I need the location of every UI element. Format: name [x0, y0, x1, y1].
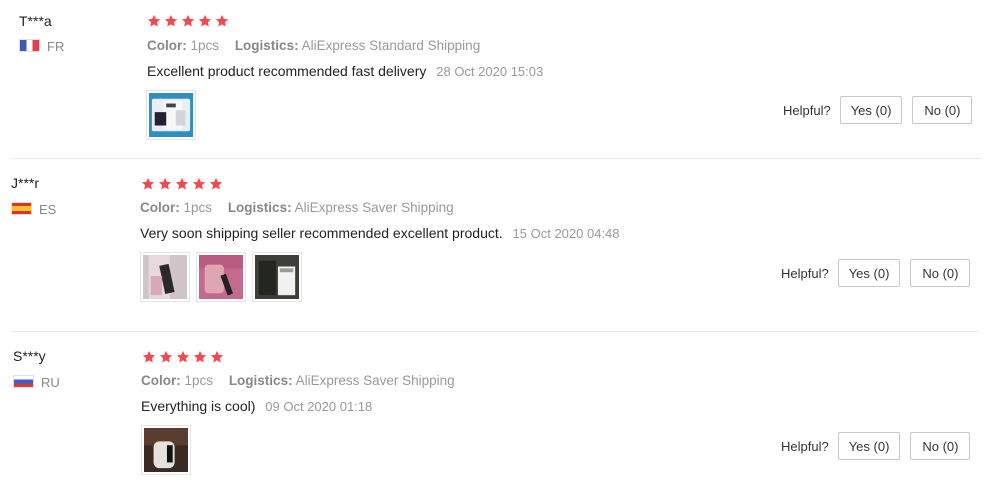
reviewer-country: RU	[13, 375, 60, 390]
review-photo-thumbnail[interactable]	[146, 90, 196, 140]
review-text: Very soon shipping seller recommended ex…	[140, 225, 620, 241]
review-body: Very soon shipping seller recommended ex…	[140, 225, 503, 241]
product-photo-icon	[143, 255, 187, 299]
star-icon	[175, 177, 189, 191]
review-photo-thumbnail[interactable]	[140, 252, 190, 302]
review-photos	[141, 425, 191, 475]
color-label: Color:	[141, 373, 181, 388]
review-photos	[140, 252, 302, 302]
reviewer-country: FR	[19, 39, 64, 54]
reviewer-country: ES	[11, 202, 56, 217]
star-icon	[147, 14, 161, 28]
star-icon	[209, 177, 223, 191]
product-photo-icon	[149, 93, 193, 137]
review-body: Excellent product recommended fast deliv…	[147, 63, 427, 79]
color-value: 1pcs	[184, 373, 214, 388]
review-text: Excellent product recommended fast deliv…	[147, 63, 543, 79]
star-icon	[210, 350, 224, 364]
reviewer-name: J***r	[11, 175, 40, 191]
star-rating	[141, 177, 223, 191]
review-divider	[10, 331, 978, 332]
helpful-yes-button[interactable]: Yes (0)	[837, 259, 901, 287]
reviewer-name: S***y	[13, 348, 46, 364]
star-rating	[147, 14, 229, 28]
review-text: Everything is cool) 09 Oct 2020 01:18	[141, 398, 372, 414]
review-photo-thumbnail[interactable]	[252, 252, 302, 302]
russia-flag-icon	[13, 375, 34, 388]
helpful-voting: Helpful? Yes (0) No (0)	[783, 96, 973, 124]
star-icon	[159, 350, 173, 364]
star-icon	[142, 350, 156, 364]
helpful-voting: Helpful? Yes (0) No (0)	[781, 259, 971, 287]
color-label: Color:	[147, 38, 187, 53]
color-value: 1pcs	[183, 200, 213, 215]
logistics-label: Logistics:	[227, 200, 292, 215]
product-photo-icon	[199, 255, 243, 299]
review-body: Everything is cool)	[141, 398, 256, 414]
review-date: 09 Oct 2020 01:18	[265, 399, 373, 414]
country-code: RU	[41, 375, 60, 390]
color-value: 1pcs	[190, 38, 220, 53]
reviewer-name: T***a	[19, 13, 52, 29]
helpful-yes-button[interactable]: Yes (0)	[839, 96, 903, 124]
review-photo-thumbnail[interactable]	[196, 252, 246, 302]
helpful-label: Helpful?	[783, 102, 831, 118]
helpful-voting: Helpful? Yes (0) No (0)	[781, 432, 971, 460]
review-date: 15 Oct 2020 04:48	[512, 226, 620, 241]
logistics-label: Logistics:	[234, 38, 299, 53]
review-photo-thumbnail[interactable]	[141, 425, 191, 475]
helpful-no-button[interactable]: No (0)	[912, 96, 973, 124]
country-code: ES	[39, 202, 57, 217]
star-rating	[142, 350, 224, 364]
star-icon	[192, 177, 206, 191]
logistics-value: AliExpress Standard Shipping	[301, 38, 481, 53]
star-icon	[141, 177, 155, 191]
star-icon	[164, 14, 178, 28]
star-icon	[193, 350, 207, 364]
review-date: 28 Oct 2020 15:03	[436, 64, 544, 79]
product-photo-icon	[144, 428, 188, 472]
helpful-no-button[interactable]: No (0)	[910, 432, 971, 460]
logistics-value: AliExpress Saver Shipping	[295, 373, 455, 388]
review-photos	[146, 90, 196, 140]
product-photo-icon	[255, 255, 299, 299]
spain-flag-icon	[11, 202, 32, 215]
review-divider	[10, 158, 980, 159]
color-label: Color:	[140, 200, 180, 215]
helpful-label: Helpful?	[781, 438, 829, 454]
france-flag-icon	[19, 39, 40, 52]
review-meta: Color: 1pcs Logistics: AliExpress Standa…	[147, 38, 492, 53]
helpful-label: Helpful?	[781, 265, 829, 281]
review-meta: Color: 1pcs Logistics: AliExpress Saver …	[140, 200, 466, 215]
country-code: FR	[47, 39, 65, 54]
star-icon	[158, 177, 172, 191]
helpful-yes-button[interactable]: Yes (0)	[837, 432, 901, 460]
logistics-value: AliExpress Saver Shipping	[294, 200, 454, 215]
helpful-no-button[interactable]: No (0)	[910, 259, 971, 287]
logistics-label: Logistics:	[228, 373, 293, 388]
review-meta: Color: 1pcs Logistics: AliExpress Saver …	[141, 373, 467, 388]
star-icon	[198, 14, 212, 28]
star-icon	[176, 350, 190, 364]
star-icon	[181, 14, 195, 28]
star-icon	[215, 14, 229, 28]
